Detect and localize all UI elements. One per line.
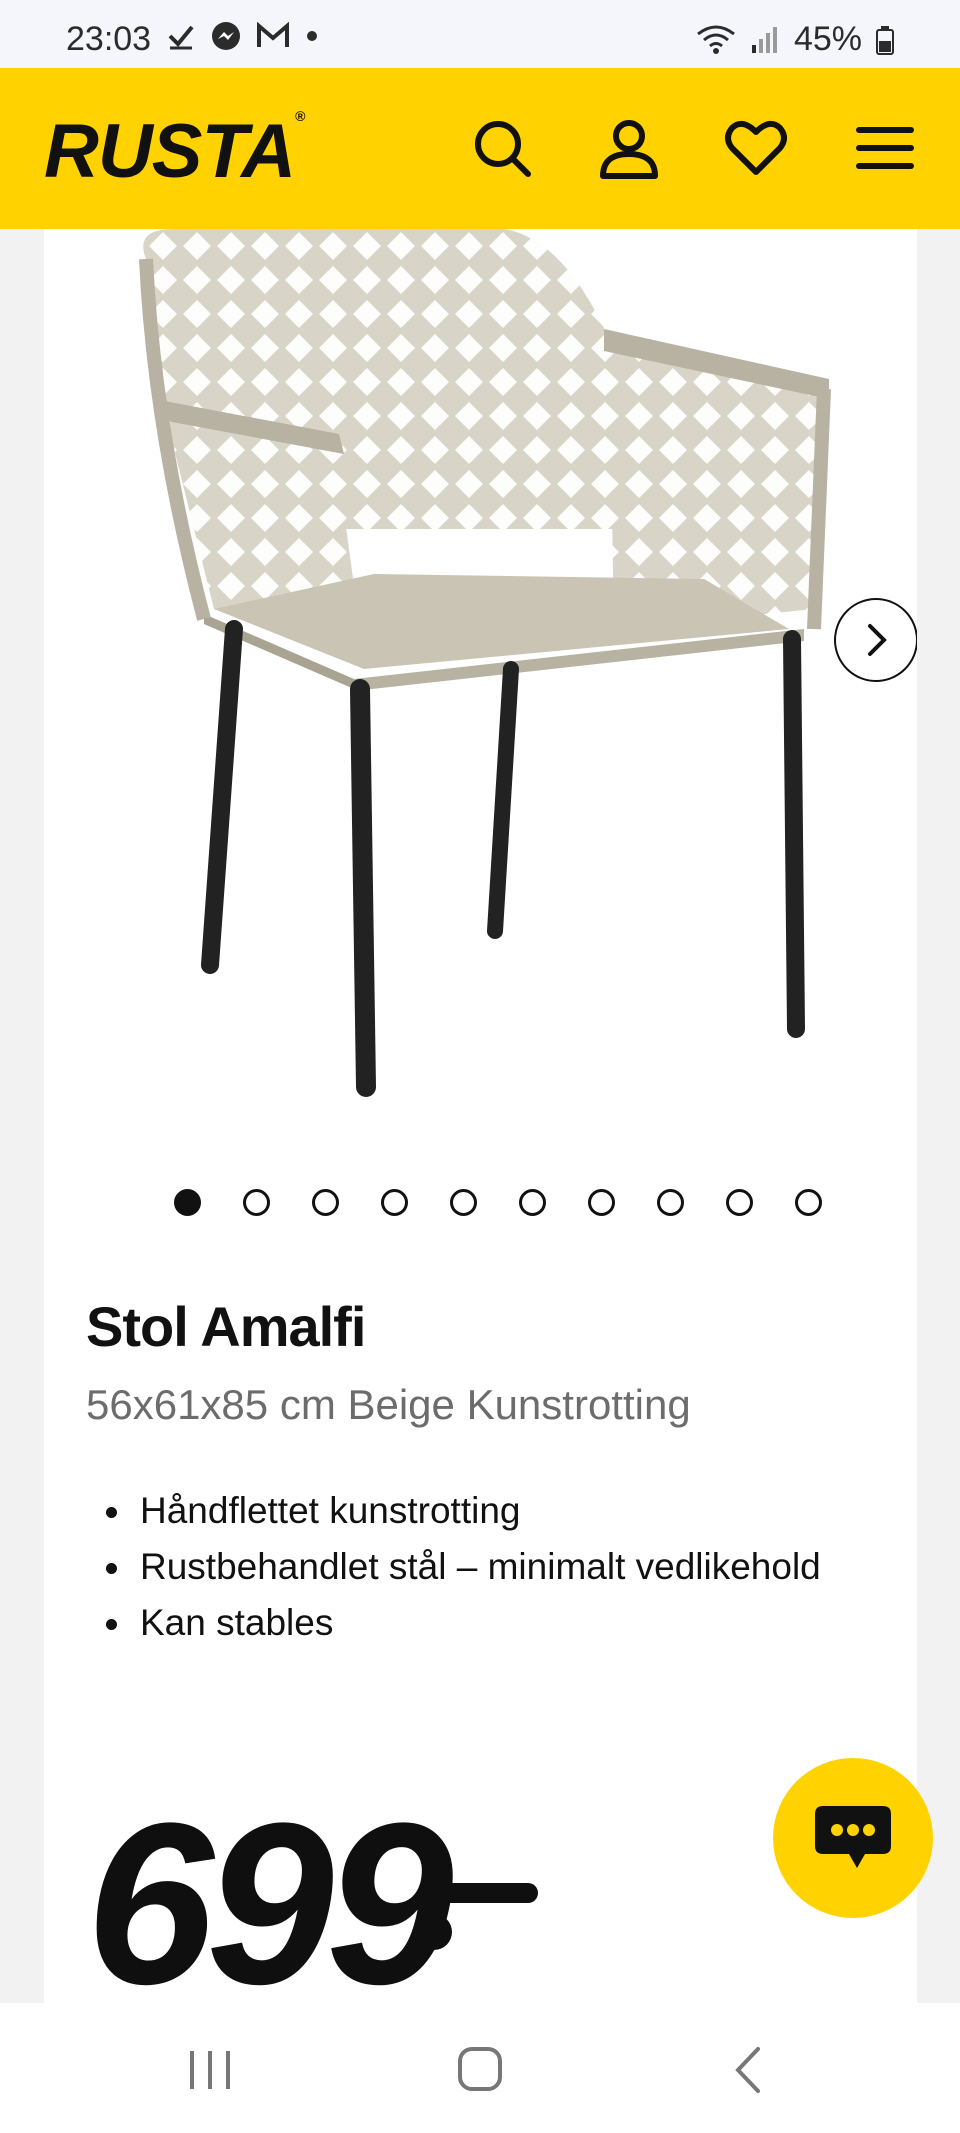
battery-icon (876, 25, 894, 55)
notification-icons (166, 20, 320, 52)
dot-icon (307, 31, 317, 41)
image-pagination (44, 1189, 917, 1216)
system-nav-bar (0, 2003, 960, 2133)
pagination-dot[interactable] (726, 1189, 753, 1216)
battery-percent: 45% (793, 20, 862, 58)
signal-icon (751, 26, 777, 53)
product-price: 699 (86, 1775, 454, 2004)
pagination-dot[interactable] (381, 1189, 408, 1216)
system-status: 45% (696, 20, 894, 59)
heart-icon[interactable] (724, 116, 788, 180)
check-icon (168, 25, 194, 50)
pagination-dot[interactable] (519, 1189, 546, 1216)
site-header: RUSTA® (0, 68, 960, 229)
back-icon[interactable] (720, 2043, 780, 2097)
pagination-dot[interactable] (450, 1189, 477, 1216)
feature-item: Kan stables (86, 1595, 846, 1651)
status-time: 23:03 (66, 20, 152, 58)
pagination-dot[interactable] (243, 1189, 270, 1216)
next-image-button[interactable] (834, 598, 917, 682)
price-dash (418, 1883, 538, 1903)
menu-icon[interactable] (853, 116, 917, 180)
search-icon[interactable] (470, 116, 534, 180)
status-bar: 23:03 45% (0, 0, 960, 68)
recent-apps-icon[interactable] (180, 2043, 240, 2097)
pagination-dot[interactable] (657, 1189, 684, 1216)
chat-icon (815, 1806, 891, 1868)
user-icon[interactable] (597, 116, 661, 180)
logo-text: RUSTA (44, 109, 296, 194)
product-subtitle: 56x61x85 cm Beige Kunstrotting (86, 1381, 691, 1428)
product-image[interactable] (44, 229, 917, 1149)
product-card: Stol Amalfi 56x61x85 cm Beige Kunstrotti… (44, 229, 917, 2003)
pagination-dot[interactable] (588, 1189, 615, 1216)
gmail-icon (257, 22, 289, 47)
feature-list: Håndflettet kunstrotting Rustbehandlet s… (86, 1483, 846, 1651)
rusta-logo[interactable]: RUSTA® (44, 108, 306, 195)
registered-mark: ® (295, 108, 305, 124)
product-title: Stol Amalfi (86, 1295, 366, 1358)
feature-item: Rustbehandlet stål – minimalt vedlikehol… (86, 1539, 846, 1595)
home-icon[interactable] (450, 2043, 510, 2097)
price-dot (416, 1914, 452, 1950)
pagination-dot[interactable] (174, 1189, 201, 1216)
pagination-dot[interactable] (312, 1189, 339, 1216)
chat-button[interactable] (773, 1758, 933, 1918)
pagination-dot[interactable] (795, 1189, 822, 1216)
chevron-right-icon (868, 624, 887, 656)
wifi-icon (697, 25, 735, 54)
messenger-icon (212, 22, 240, 50)
feature-item: Håndflettet kunstrotting (86, 1483, 846, 1539)
